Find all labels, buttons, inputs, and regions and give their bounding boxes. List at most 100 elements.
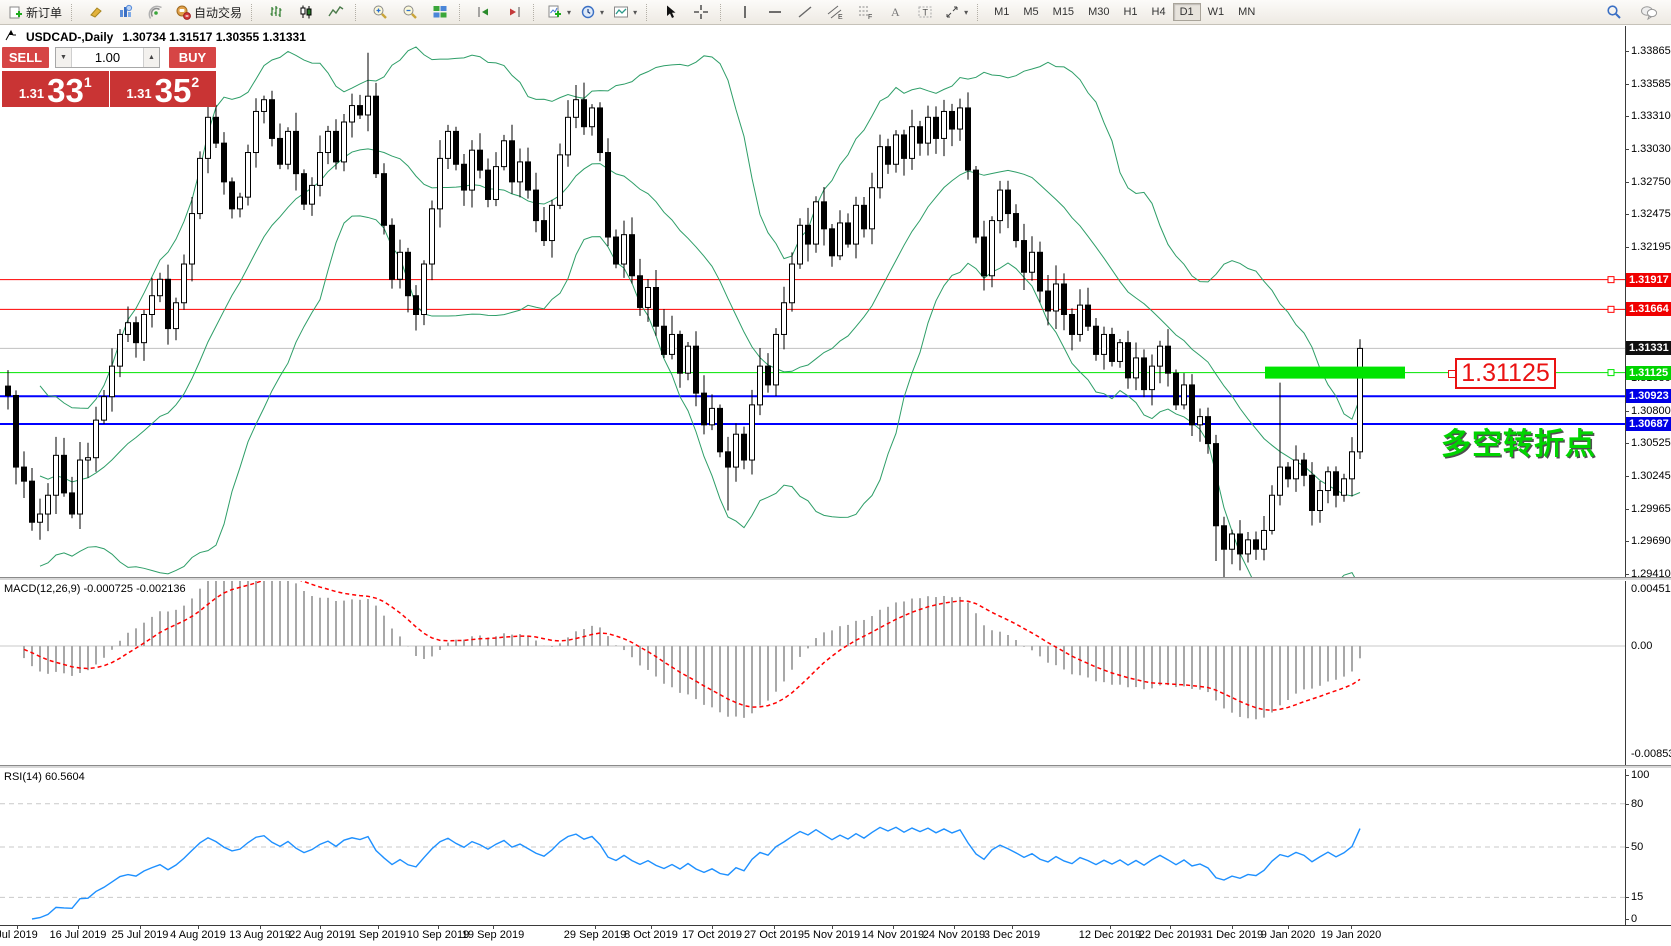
chart-shift-icon xyxy=(506,4,522,20)
horizontal-line-tool-button[interactable] xyxy=(760,1,789,24)
timeframe-button-w1[interactable]: W1 xyxy=(1201,3,1232,21)
horizontal-level-lines[interactable] xyxy=(0,280,1625,424)
timeframe-button-h1[interactable]: H1 xyxy=(1116,3,1144,21)
toolbar-separator xyxy=(71,4,76,21)
auto-scroll-button[interactable] xyxy=(469,1,498,24)
rsi-axis-label: 15 xyxy=(1631,891,1643,903)
timeframe-button-d1[interactable]: D1 xyxy=(1173,3,1201,21)
cursor-icon xyxy=(663,4,679,20)
rsi-axis-label: 80 xyxy=(1631,798,1643,810)
crosshair-icon xyxy=(693,4,709,20)
price-axis-tick: 1.29690 xyxy=(1631,535,1671,547)
timeframe-button-m15[interactable]: M15 xyxy=(1046,3,1081,21)
chart-shift-button[interactable] xyxy=(499,1,528,24)
buy-price-major: 1.31 xyxy=(126,86,151,101)
buy-price-box[interactable]: 1.31 35 2 xyxy=(110,71,217,107)
sell-price-pips: 33 xyxy=(47,76,84,105)
pane-separator[interactable] xyxy=(0,577,1671,581)
price-axis-tick: 1.30245 xyxy=(1631,470,1671,482)
macd-axis-label: 0.004514 xyxy=(1631,583,1671,595)
sell-button[interactable]: SELL xyxy=(2,47,49,68)
arrows-tool-button[interactable]: ▾ xyxy=(940,1,972,24)
toolbar-separator xyxy=(459,4,464,21)
price-marker-1.31917[interactable]: 1.31917 xyxy=(1626,273,1671,287)
new-order-button[interactable]: 新订单 xyxy=(4,1,66,24)
svg-text:T: T xyxy=(922,8,928,18)
price-marker-1.31331[interactable]: 1.31331 xyxy=(1626,341,1671,355)
text-label-tool-button[interactable]: T xyxy=(910,1,939,24)
price-axis-tick: 1.30800 xyxy=(1631,405,1671,417)
dropdown-arrow-icon: ▾ xyxy=(964,8,968,17)
buy-button[interactable]: BUY xyxy=(169,47,216,68)
rsi-level-lines xyxy=(0,804,1625,898)
templates-button[interactable]: ▾ xyxy=(609,1,641,24)
price-axis-tickmark xyxy=(1625,574,1629,575)
text-tool-button[interactable]: A xyxy=(880,1,909,24)
price-axis-tickmark xyxy=(1625,149,1629,150)
price-tag-anchor[interactable] xyxy=(1448,370,1456,378)
search-button[interactable] xyxy=(1599,1,1628,24)
time-axis-label: 3 Dec 2019 xyxy=(964,929,1060,941)
timeframe-button-h4[interactable]: H4 xyxy=(1145,3,1173,21)
dropdown-arrow-icon: ▾ xyxy=(567,8,571,17)
trendline-tool-button[interactable] xyxy=(790,1,819,24)
toolbar-separator xyxy=(720,4,725,21)
chart-window-icon xyxy=(118,4,134,20)
periods-button[interactable]: ▾ xyxy=(576,1,608,24)
line-anchors[interactable] xyxy=(1265,277,1614,379)
price-marker-1.30687[interactable]: 1.30687 xyxy=(1626,417,1671,431)
volume-input[interactable] xyxy=(72,48,143,67)
bar-chart-mode-button[interactable] xyxy=(261,1,290,24)
chat-button[interactable] xyxy=(1634,1,1663,24)
price-axis-tick: 1.32195 xyxy=(1631,241,1671,253)
zoom-in-button[interactable] xyxy=(365,1,394,24)
auto-trading-icon xyxy=(175,4,191,20)
price-level-callout[interactable]: 1.31125 xyxy=(1455,358,1556,389)
volume-decrease-button[interactable]: ▼ xyxy=(56,48,72,67)
signals-button[interactable] xyxy=(141,1,170,24)
volume-increase-button[interactable]: ▲ xyxy=(143,48,159,67)
data-window-button[interactable] xyxy=(111,1,140,24)
channel-tool-button[interactable]: E xyxy=(820,1,849,24)
price-axis-tick: 1.29410 xyxy=(1631,568,1671,580)
equidistant-channel-icon: E xyxy=(827,4,843,20)
chart-title: USDCAD-,Daily 1.30734 1.31517 1.30355 1.… xyxy=(5,29,306,44)
sell-price-box[interactable]: 1.31 33 1 xyxy=(2,71,109,107)
svg-text:A: A xyxy=(891,5,900,19)
price-axis-tick: 1.33585 xyxy=(1631,78,1671,90)
timeframe-button-mn[interactable]: MN xyxy=(1231,3,1262,21)
price-axis-tickmark xyxy=(1625,247,1629,248)
dropdown-arrow-icon: ▾ xyxy=(633,8,637,17)
line-chart-mode-button[interactable] xyxy=(321,1,350,24)
timeframe-button-m5[interactable]: M5 xyxy=(1016,3,1045,21)
zoom-out-button[interactable] xyxy=(395,1,424,24)
indicators-button[interactable]: ▾ xyxy=(543,1,575,24)
rsi-axis-tickmark xyxy=(1625,919,1629,920)
price-marker-1.31125[interactable]: 1.31125 xyxy=(1626,366,1671,380)
cursor-tool-button[interactable] xyxy=(656,1,685,24)
candlestick-mode-button[interactable] xyxy=(291,1,320,24)
pane-separator[interactable] xyxy=(0,765,1671,769)
macd-indicator-label: MACD(12,26,9) -0.000725 -0.002136 xyxy=(4,583,186,595)
auto-trading-button[interactable]: 自动交易 xyxy=(171,1,246,24)
toolbar-separator xyxy=(533,4,538,21)
fibonacci-tool-button[interactable]: F xyxy=(850,1,879,24)
trade-panel-prices: 1.31 33 1 1.31 35 2 xyxy=(2,71,216,107)
price-marker-1.31664[interactable]: 1.31664 xyxy=(1626,302,1671,316)
crosshair-tool-button[interactable] xyxy=(686,1,715,24)
signal-icon xyxy=(148,4,164,20)
chart-ohlc-values: 1.30734 1.31517 1.30355 1.31331 xyxy=(122,30,306,44)
rsi-axis-label: 100 xyxy=(1631,769,1649,781)
svg-text:E: E xyxy=(838,14,843,20)
timeframe-button-m1[interactable]: M1 xyxy=(987,3,1016,21)
turning-point-annotation[interactable]: 多空转折点 xyxy=(1441,419,1596,463)
toolbar-separator xyxy=(251,4,256,21)
time-axis-label: 19 Sep 2019 xyxy=(445,929,541,941)
tile-windows-button[interactable] xyxy=(425,1,454,24)
rsi-axis-tickmark xyxy=(1625,775,1629,776)
market-watch-button[interactable] xyxy=(81,1,110,24)
vertical-line-tool-button[interactable] xyxy=(730,1,759,24)
timeframe-button-m30[interactable]: M30 xyxy=(1081,3,1116,21)
price-marker-1.30923[interactable]: 1.30923 xyxy=(1626,389,1671,403)
price-axis-tick: 1.30525 xyxy=(1631,437,1671,449)
